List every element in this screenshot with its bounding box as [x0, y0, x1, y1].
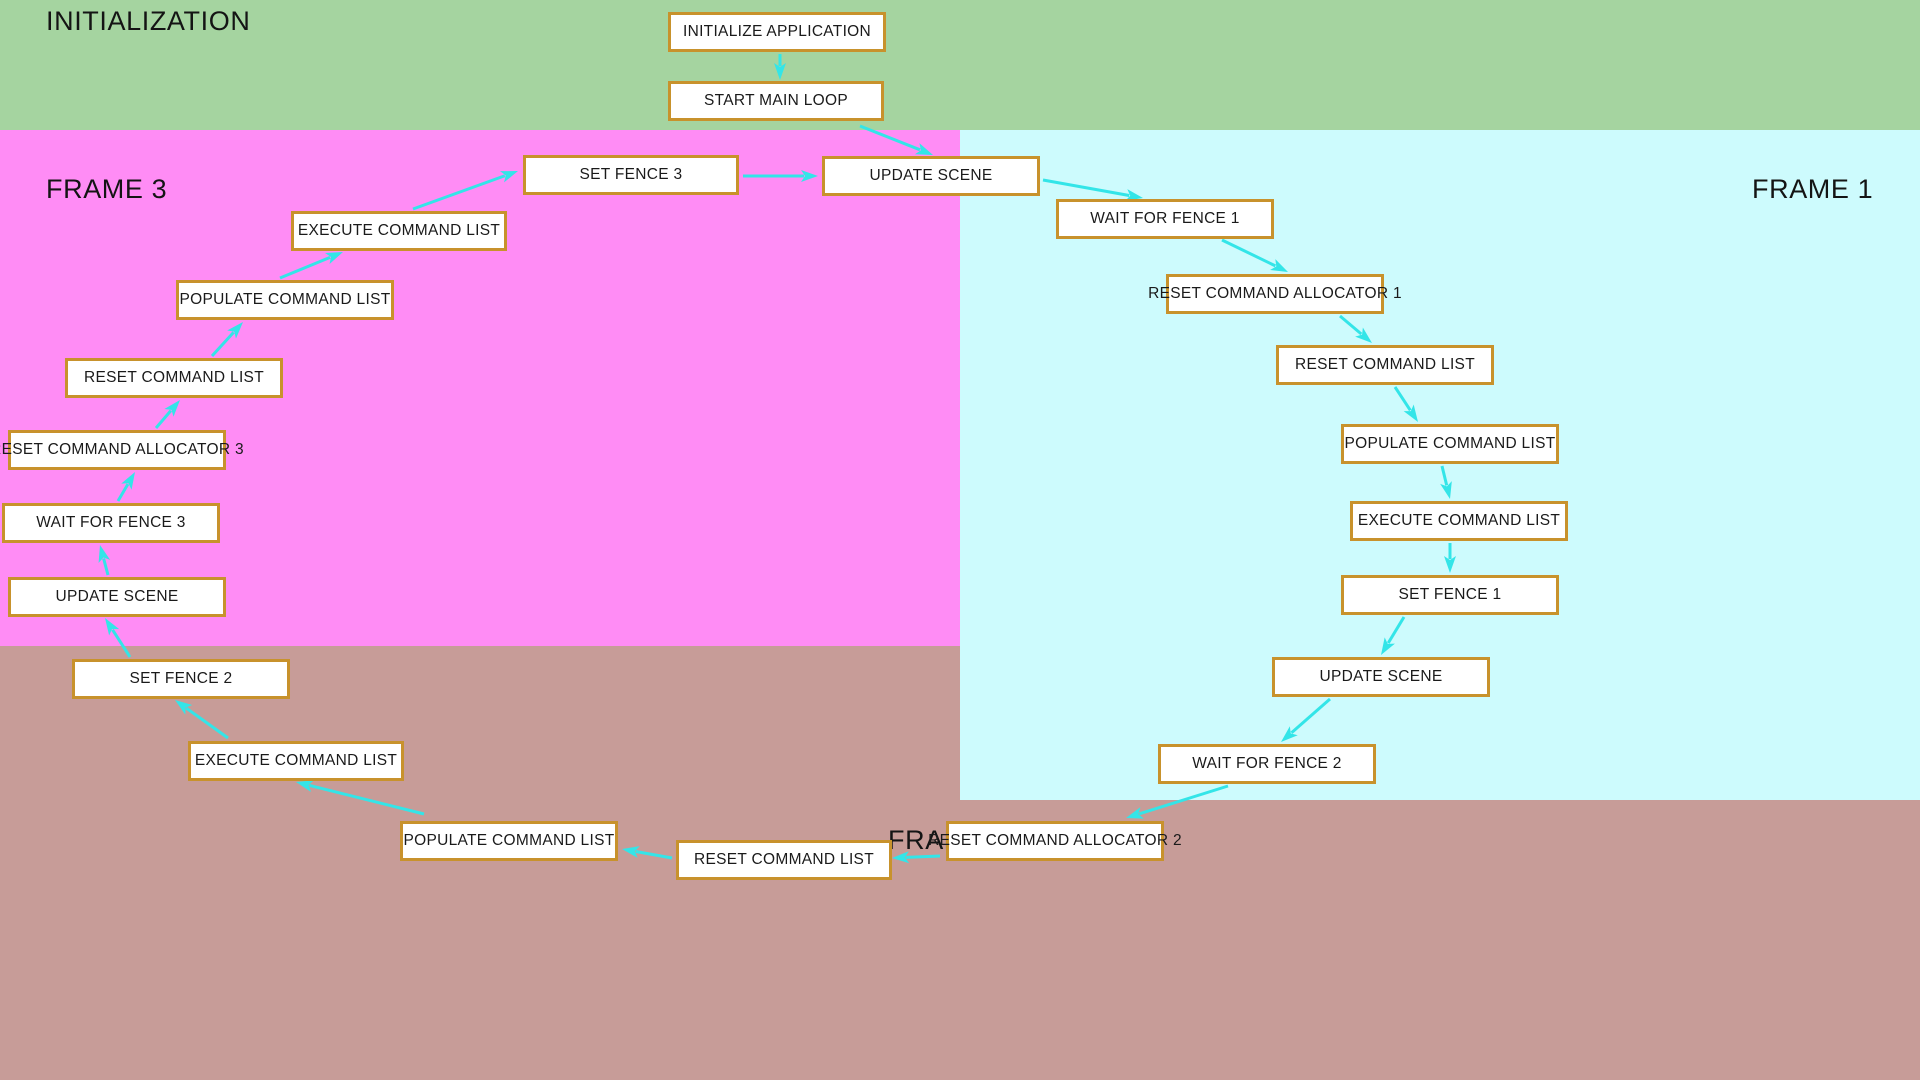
node-f3_reset_alloc[interactable]: RESET COMMAND ALLOCATOR 3	[0, 430, 244, 470]
node-f2_populate[interactable]: POPULATE COMMAND LIST	[400, 821, 618, 861]
node-f2_update[interactable]: UPDATE SCENE	[1272, 657, 1490, 697]
zone-initialization	[0, 0, 1920, 130]
node-f3_setfence[interactable]: SET FENCE 3	[523, 155, 739, 195]
node-f1_update[interactable]: UPDATE SCENE	[822, 156, 1040, 196]
node-init_app[interactable]: INITIALIZE APPLICATION	[668, 12, 886, 52]
zone-label-frame3: FRAME 3	[46, 174, 168, 204]
node-f2_reset_list[interactable]: RESET COMMAND LIST	[676, 840, 892, 880]
node-f2_setfence[interactable]: SET FENCE 2	[72, 659, 290, 699]
zone-label-initialization: INITIALIZATION	[46, 6, 251, 36]
node-f3_update[interactable]: UPDATE SCENE	[8, 577, 226, 617]
node-start_loop[interactable]: START MAIN LOOP	[668, 81, 884, 121]
node-f3_wait[interactable]: WAIT FOR FENCE 3	[2, 503, 220, 543]
node-f2_reset_alloc[interactable]: RESET COMMAND ALLOCATOR 2	[928, 821, 1182, 861]
node-f1_reset_list[interactable]: RESET COMMAND LIST	[1276, 345, 1494, 385]
node-f3_execute[interactable]: EXECUTE COMMAND LIST	[291, 211, 507, 251]
diagram-canvas: INITIALIZATION FRAME 3 FRAME 1 FRAME 2 I…	[0, 0, 1920, 1080]
node-f1_populate[interactable]: POPULATE COMMAND LIST	[1341, 424, 1559, 464]
node-f2_execute[interactable]: EXECUTE COMMAND LIST	[188, 741, 404, 781]
node-f3_reset_list[interactable]: RESET COMMAND LIST	[65, 358, 283, 398]
node-f1_execute[interactable]: EXECUTE COMMAND LIST	[1350, 501, 1568, 541]
node-f1_reset_alloc[interactable]: RESET COMMAND ALLOCATOR 1	[1148, 274, 1402, 314]
node-f1_wait[interactable]: WAIT FOR FENCE 1	[1056, 199, 1274, 239]
node-f2_wait[interactable]: WAIT FOR FENCE 2	[1158, 744, 1376, 784]
node-f1_setfence[interactable]: SET FENCE 1	[1341, 575, 1559, 615]
zone-label-frame1: FRAME 1	[1752, 174, 1874, 204]
node-f3_populate[interactable]: POPULATE COMMAND LIST	[176, 280, 394, 320]
